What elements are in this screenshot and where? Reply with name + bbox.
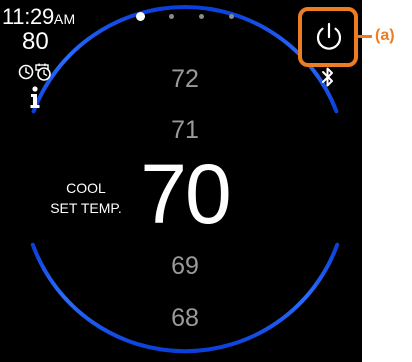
setpoint-option[interactable]: 68	[130, 306, 240, 331]
power-icon	[316, 22, 342, 50]
figure: 11:29AM 80 72 71 COOL SET TEMP. 70 69 68…	[0, 0, 412, 362]
setpoint-option[interactable]: 71	[130, 118, 240, 143]
info-icon[interactable]	[29, 86, 41, 108]
setpoint-option[interactable]: 72	[130, 67, 240, 92]
thermostat-screen: 11:29AM 80 72 71 COOL SET TEMP. 70 69 68	[0, 0, 362, 362]
callout-label: (a)	[375, 27, 395, 44]
clock-time: 11:29	[2, 4, 54, 29]
callout-leader-line	[358, 35, 372, 38]
schedule-clock-icon	[18, 64, 34, 80]
clock-ampm: AM	[53, 11, 76, 27]
power-button[interactable]	[298, 7, 358, 67]
page-dot[interactable]	[199, 14, 204, 19]
clock: 11:29AM	[2, 6, 76, 30]
schedule-calendar-icon	[35, 63, 51, 81]
page-dot[interactable]	[169, 14, 174, 19]
current-setpoint[interactable]: 70	[120, 146, 250, 242]
bluetooth-icon	[322, 67, 333, 87]
setpoint-option[interactable]: 69	[130, 254, 240, 279]
page-dot[interactable]	[229, 14, 234, 19]
page-dot-active[interactable]	[136, 12, 145, 21]
outdoor-temperature: 80	[22, 28, 49, 55]
page-indicator[interactable]	[130, 12, 240, 24]
schedule-icons[interactable]	[18, 63, 56, 81]
